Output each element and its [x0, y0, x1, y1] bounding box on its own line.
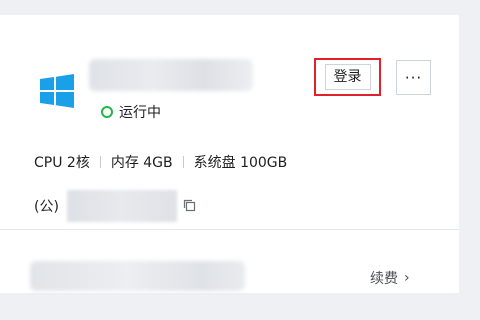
instance-specs: CPU 2核 内存 4GB 系统盘 100GB: [34, 152, 287, 172]
spec-memory: 内存 4GB: [110, 155, 173, 171]
instance-status: 运行中: [101, 102, 161, 122]
spec-disk: 系统盘 100GB: [193, 155, 288, 171]
copy-icon[interactable]: [183, 199, 197, 213]
more-icon: ···: [404, 68, 423, 87]
spec-divider: [182, 156, 184, 168]
spec-divider: [99, 156, 101, 168]
login-button-label: 登录: [324, 64, 371, 90]
chevron-right-icon: ›: [404, 270, 410, 286]
instance-name-redacted: [89, 59, 253, 91]
card-divider: [0, 229, 459, 230]
windows-logo-icon: [40, 74, 74, 108]
renew-label: 续费: [370, 271, 398, 287]
public-ip-row: (公): [34, 190, 197, 222]
ip-address-redacted: [66, 190, 177, 222]
status-label: 运行中: [119, 105, 161, 121]
renew-link[interactable]: 续费 ›: [370, 268, 410, 288]
expiry-info-redacted: [30, 261, 245, 291]
instance-card: 运行中 登录 ··· CPU 2核 内存 4GB 系统盘 100GB (公) 续…: [0, 15, 459, 293]
more-actions-button[interactable]: ···: [396, 60, 431, 95]
login-button[interactable]: 登录: [314, 58, 381, 96]
ip-type-label: (公): [34, 199, 59, 215]
status-running-icon: [101, 106, 113, 118]
spec-cpu: CPU 2核: [34, 155, 90, 171]
